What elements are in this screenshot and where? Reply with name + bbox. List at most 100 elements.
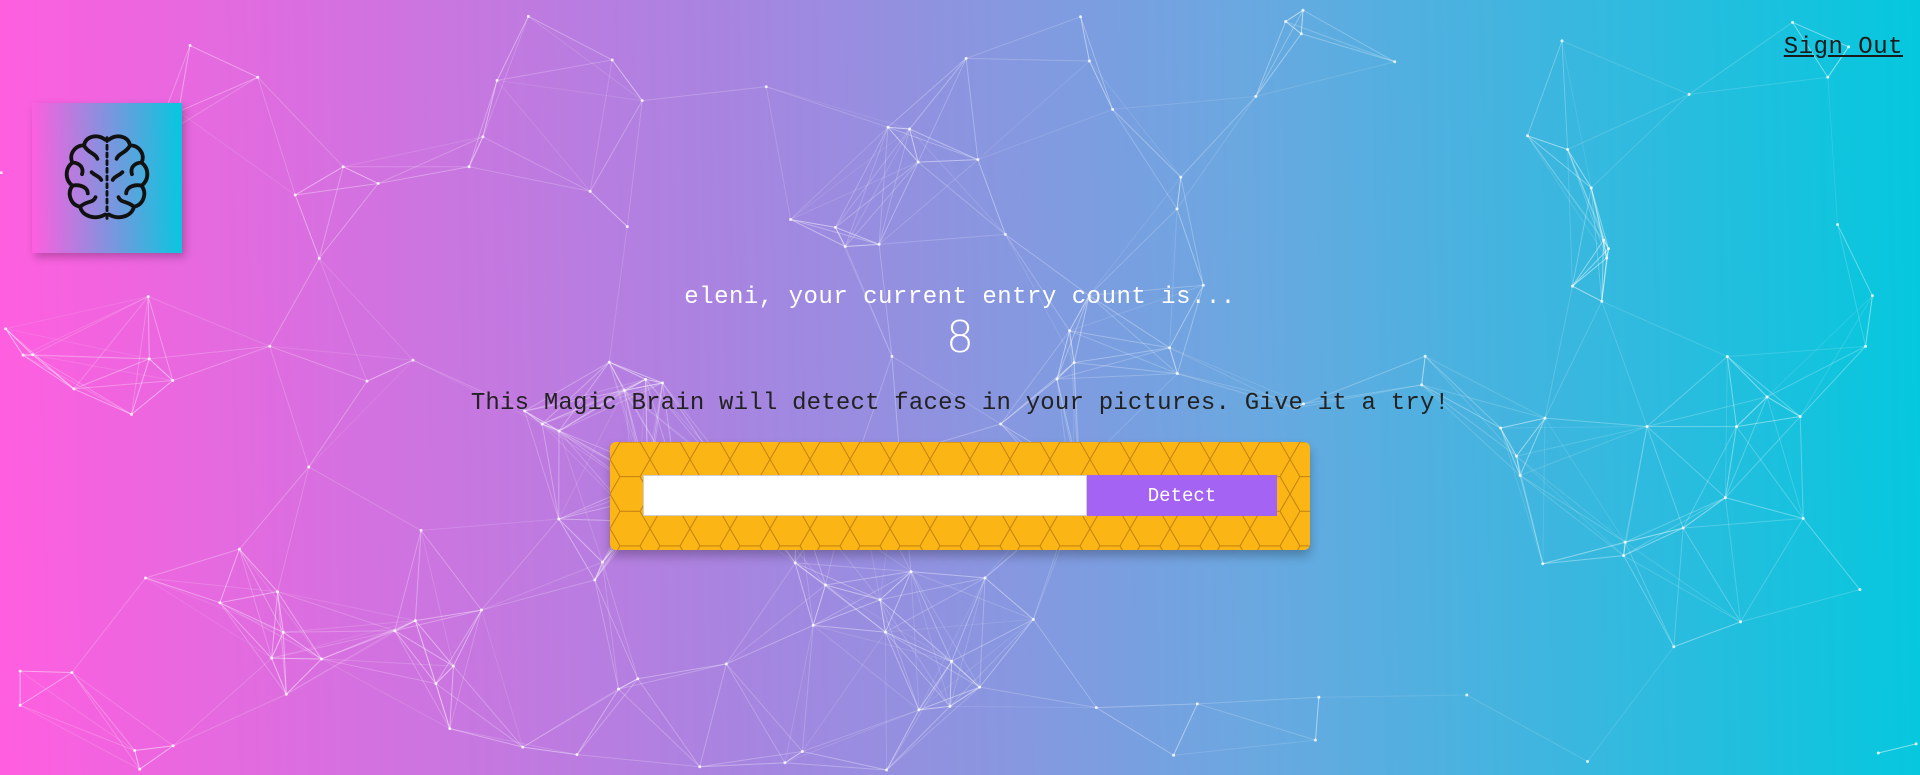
particle-link xyxy=(949,661,953,707)
particle-dot xyxy=(393,629,397,633)
particle-link xyxy=(642,86,767,102)
particle-link xyxy=(277,591,322,660)
particle-link xyxy=(1088,176,1182,296)
particle-link xyxy=(1180,177,1204,286)
particle-dot xyxy=(1560,39,1564,43)
particle-link xyxy=(884,631,920,711)
particle-link xyxy=(878,128,911,245)
particle-link xyxy=(879,599,951,707)
particle-dot xyxy=(320,657,324,661)
particle-dot xyxy=(1914,742,1918,746)
sign-out-link[interactable]: Sign Out xyxy=(1784,34,1903,61)
particle-dot xyxy=(999,422,1003,426)
particle-dot xyxy=(1876,751,1880,755)
particle-link xyxy=(910,571,1034,620)
particle-link xyxy=(420,530,454,667)
particle-link xyxy=(1112,95,1256,110)
particle-link xyxy=(257,77,296,196)
particle-link xyxy=(909,128,1006,235)
particle-link xyxy=(1623,497,1726,557)
particle-link xyxy=(1567,149,1608,259)
particle-dot xyxy=(724,662,728,666)
particle-link xyxy=(794,562,881,601)
particle-link xyxy=(790,126,889,220)
image-url-input[interactable] xyxy=(643,475,1087,516)
particle-link xyxy=(482,16,529,137)
particle-link xyxy=(1088,60,1182,178)
particle-link xyxy=(1725,416,1801,498)
particle-link xyxy=(784,625,814,763)
particle-link xyxy=(19,672,73,706)
particle-link xyxy=(576,688,619,755)
particle-link xyxy=(558,518,596,581)
particle-link xyxy=(178,76,258,113)
particle-dot xyxy=(218,601,222,605)
particle-link xyxy=(594,579,639,679)
particle-link xyxy=(71,672,141,770)
particle-link xyxy=(541,423,560,520)
particle-link xyxy=(790,218,836,228)
particle-link xyxy=(134,750,141,770)
particle-link xyxy=(909,128,919,163)
particle-link xyxy=(1740,589,1861,623)
particle-link xyxy=(884,632,888,771)
particle-link xyxy=(784,709,920,764)
particle-link xyxy=(885,577,986,633)
particle-link xyxy=(589,100,643,192)
particle-dot xyxy=(1739,620,1743,624)
particle-link xyxy=(1587,646,1675,762)
particle-link xyxy=(886,705,951,771)
particle-dot xyxy=(1087,59,1091,63)
particle-link xyxy=(285,658,322,695)
particle-dot xyxy=(284,692,288,696)
particle-dot xyxy=(1826,75,1830,79)
particle-link xyxy=(321,620,416,660)
particle-link xyxy=(1827,77,1839,225)
particle-link xyxy=(1572,257,1608,287)
particle-link xyxy=(1624,497,1726,543)
detect-button[interactable]: Detect xyxy=(1087,475,1277,516)
particle-link xyxy=(794,562,826,586)
particle-link xyxy=(1567,149,1609,249)
particle-link xyxy=(189,45,258,78)
particle-dot xyxy=(1836,222,1840,226)
particle-link xyxy=(394,620,416,632)
particle-link xyxy=(984,577,1034,620)
particle-dot xyxy=(1566,147,1570,151)
particle-dot xyxy=(138,767,142,771)
particle-dot xyxy=(1525,134,1529,138)
particle-link xyxy=(449,609,482,729)
particle-dot xyxy=(1791,20,1795,24)
particle-link xyxy=(966,57,1090,62)
particle-link xyxy=(1176,208,1204,286)
particle-dot xyxy=(636,677,640,681)
particle-link xyxy=(1606,248,1609,259)
particle-link xyxy=(878,159,979,245)
particle-dot xyxy=(843,245,847,249)
particle-link xyxy=(949,686,980,707)
particle-dot xyxy=(495,78,499,82)
particle-dot xyxy=(877,242,881,246)
particle-link xyxy=(468,80,498,167)
particle-link xyxy=(283,631,322,660)
particle-dot xyxy=(521,745,525,749)
particle-dot xyxy=(1094,706,1098,710)
particle-link xyxy=(977,159,1006,235)
particle-dot xyxy=(885,768,889,772)
particle-dot xyxy=(764,85,768,89)
particle-dot xyxy=(557,429,561,433)
particle-link xyxy=(468,136,484,168)
particle-link xyxy=(885,631,951,707)
particle-dot xyxy=(976,158,980,162)
particle-dot xyxy=(341,165,345,169)
particle-link xyxy=(825,571,912,586)
particle-link xyxy=(19,670,135,751)
particle-link xyxy=(885,631,980,688)
particle-dot xyxy=(1607,247,1611,251)
particle-link xyxy=(1527,135,1604,241)
particle-link xyxy=(1519,475,1624,557)
particle-link xyxy=(1590,187,1605,241)
particle-link xyxy=(1561,40,1569,150)
particle-link xyxy=(522,678,639,748)
particle-dot xyxy=(1172,753,1176,757)
